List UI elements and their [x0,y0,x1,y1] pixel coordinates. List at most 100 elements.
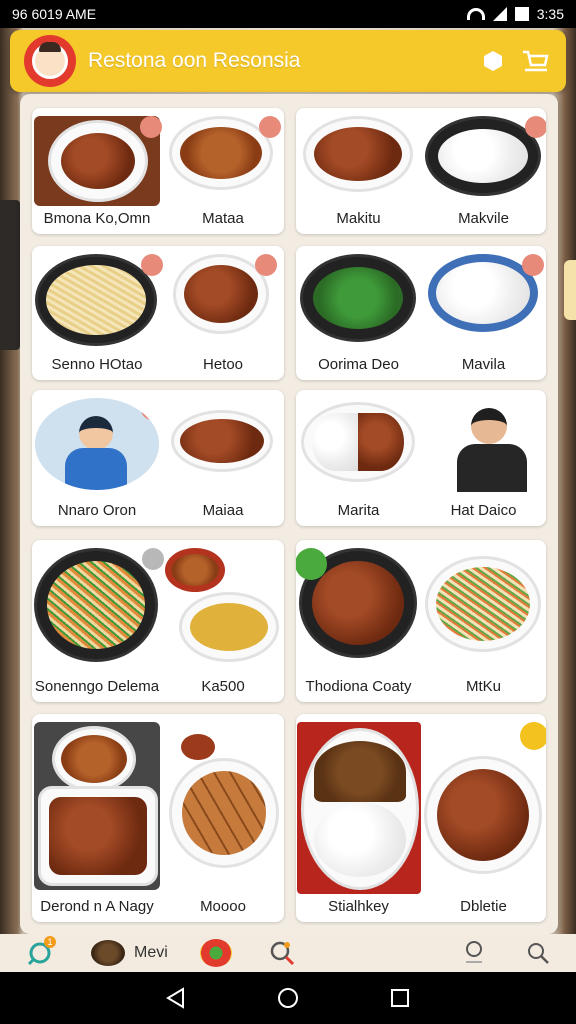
menu-item[interactable]: Moooo [162,714,284,922]
info-badge-icon [519,722,546,750]
status-clock: 3:35 [536,6,564,22]
menu-item[interactable]: Hat Daico [421,390,546,526]
dish-label: Derond n A Nagy [40,898,154,915]
dish-image [296,722,421,894]
menu-card[interactable]: Derond n A Nagy Moooo [32,714,284,922]
dish-label: Bmona Ko,Omn [43,210,151,227]
hexagon-settings-icon[interactable] [476,44,510,78]
cart-icon[interactable] [518,44,552,78]
dish-image [296,548,419,660]
recents-icon[interactable] [380,978,420,1018]
menu-card[interactable]: Nnaro Oron Maiaa [32,390,284,526]
menu-item[interactable]: MtKu [421,540,546,702]
dish-label: Dbletie [460,898,507,915]
dish-label: Senno HOtao [51,356,143,373]
menu-panel: Bmona Ko,Omn Mataa Makitu Makvile Senno … [20,94,558,934]
menu-card[interactable]: Bmona Ko,Omn Mataa [32,108,284,234]
menu-item[interactable]: Thodiona Coaty [296,540,421,702]
dish-label: Stialhkey [328,898,389,915]
chef-photo [429,398,539,492]
dish-image [34,722,160,890]
dish-image [165,734,281,874]
dish-label: Oorima Deo [318,356,399,373]
dish-image [424,116,546,200]
app-header: Restona oon Resonsia [10,30,566,92]
menu-item[interactable]: Makvile [421,108,546,234]
chef-photo [35,398,159,490]
dish-image [299,254,418,344]
notification-badge: 1 [44,936,56,948]
bowl [48,120,148,202]
dish-image [427,254,544,334]
wifi-icon [466,8,485,20]
dish-image [424,556,543,656]
discover-icon[interactable]: 1 [18,934,62,972]
info-badge-icon [524,116,546,138]
menu-card[interactable]: Makitu Makvile [296,108,546,234]
menu-tab-label[interactable]: Mevi [134,934,168,972]
menu-card[interactable]: Marita Hat Daico [296,390,546,526]
food-avatar-icon[interactable] [88,934,128,972]
dish-label: Thodiona Coaty [305,678,412,695]
menu-item[interactable]: Sonenngo Delema [32,540,164,702]
dish-label: Makitu [336,210,381,227]
info-badge-icon [141,254,163,276]
info-badge-icon [521,254,544,276]
dish-image [423,722,546,878]
menu-item[interactable]: Senno HOtao [32,246,163,380]
status-icons: 3:35 [466,6,564,22]
home-icon[interactable] [268,978,308,1018]
dish-label: Hetoo [202,356,244,373]
dish-label: Ka500 [201,678,245,695]
menu-item[interactable]: Oorima Deo [296,246,421,380]
background-lamp [564,260,576,320]
app-title: Restona oon Resonsia [88,49,301,72]
chef-avatar-icon[interactable] [24,35,76,87]
menu-card[interactable]: Senno HOtao Hetoo [32,246,284,380]
menu-card[interactable]: Sonenngo Delema Ka500 [32,540,284,702]
menu-card[interactable]: Oorima Deo Mavila [296,246,546,380]
dish-image [302,116,415,196]
info-badge-icon [141,398,159,420]
menu-item[interactable]: Mataa [162,108,284,234]
battery-icon [514,7,529,21]
menu-item[interactable]: Mavila [421,246,546,380]
menu-item[interactable]: Makitu [296,108,421,234]
bottom-nav: 1 Mevi [0,934,576,972]
info-badge-icon [140,116,162,138]
menu-card[interactable]: Stialhkey Dbletie [296,714,546,922]
dish-label: Mavila [461,356,506,373]
dish-label: Moooo [200,898,246,915]
dish-image [173,254,277,338]
dish-image [34,548,164,664]
dish-label: Makvile [458,210,509,227]
dish-label: Hat Daico [450,502,517,519]
dish-label: Nnaro Oron [57,502,137,519]
dish-label: Mataa [202,210,244,227]
menu-item[interactable]: Bmona Ko,Omn [32,108,162,234]
chef-face [32,42,68,79]
back-icon[interactable] [156,978,196,1018]
status-time: 96 6019 AME [12,6,97,22]
profile-icon[interactable] [454,934,494,972]
search-deal-icon[interactable] [262,934,302,972]
menu-item[interactable]: Ka500 [162,540,284,702]
menu-item[interactable]: Stialhkey [296,714,421,922]
dish-icon[interactable] [196,934,236,972]
menu-item[interactable]: Hetoo [162,246,284,380]
menu-item[interactable]: Derond n A Nagy [32,714,162,922]
search-icon[interactable] [518,934,558,972]
status-bar: 96 6019 AME 3:35 [0,0,576,28]
signal-icon [492,7,507,21]
menu-card[interactable]: Thodiona Coaty MtKu [296,540,546,702]
menu-item[interactable]: Nnaro Oron [32,390,162,526]
dish-label: Maiaa [202,502,244,519]
info-badge-icon [255,254,277,276]
veg-badge-icon [296,548,327,580]
info-badge-icon [142,548,164,570]
menu-item[interactable]: Maiaa [162,390,284,526]
dish-image [171,410,275,480]
menu-item[interactable]: Marita [296,390,421,526]
system-nav-bar [0,972,576,1024]
menu-item[interactable]: Dbletie [421,714,546,922]
